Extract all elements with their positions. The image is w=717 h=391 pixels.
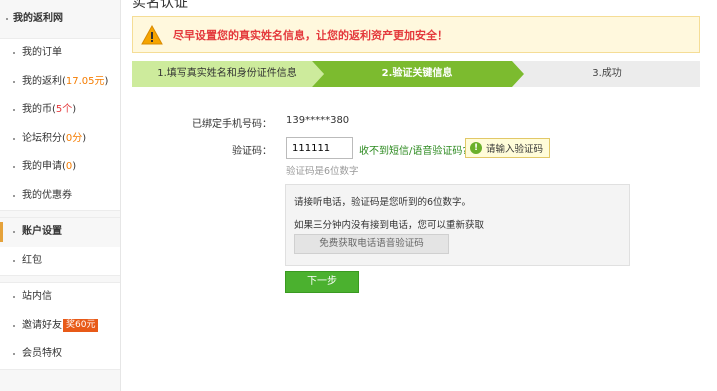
voice-retry-text: 如果三分钟内没有接到电话，您可以重新获取 (294, 220, 485, 231)
phone-label: 已绑定手机号码： (192, 119, 272, 130)
step-2-label: 2.验证关键信息 (381, 68, 453, 79)
sidebar-item-applications[interactable]: 我的申请(0) (0, 153, 120, 182)
sidebar-header[interactable]: 我的返利网 (0, 0, 120, 38)
alert-banner: 尽早设置您的真实姓名信息，让您的返利资产更加安全！ (132, 16, 700, 53)
sidebar-group-settings: 账户设置 红包 (0, 217, 120, 276)
sidebar-item-invite[interactable]: 邀请好友 奖60元 (0, 312, 120, 341)
paren-close: ) (72, 161, 77, 172)
sidebar-item-label: 我的订单 (22, 47, 62, 58)
next-button[interactable]: 下一步 (285, 271, 359, 293)
voice-code-button[interactable]: 免费获取电话语音验证码 (294, 234, 449, 254)
sidebar-item-label: 我的返利 (22, 75, 62, 87)
sidebar-item-coins[interactable]: 我的币(5个) (0, 96, 120, 125)
paren-close: ) (82, 132, 87, 144)
tip-text: 请输入验证码 (486, 144, 544, 155)
sidebar-item-label: 论坛积分 (22, 132, 62, 144)
coins-count: 5个 (55, 104, 73, 115)
sidebar-item-label: 账户设置 (22, 226, 62, 237)
sidebar-item-label: 邀请好友 (22, 319, 62, 331)
progress-steps: 1.填写真实姓名和身份证件信息 2.验证关键信息 3.成功 (132, 61, 700, 87)
sidebar-item-label: 我的币 (22, 104, 52, 115)
sidebar-item-messages[interactable]: 站内信 (0, 283, 120, 312)
sidebar-item-orders[interactable]: 我的订单 (0, 39, 120, 68)
alert-text: 尽早设置您的真实姓名信息，让您的返利资产更加安全！ (173, 28, 448, 42)
forum-points-count: 0分 (65, 132, 83, 144)
paren-close: ) (104, 75, 109, 87)
sidebar-item-label: 我的优惠券 (22, 189, 72, 201)
reward-badge: 奖60元 (63, 318, 99, 332)
sidebar-item-rebate[interactable]: 我的返利(17.05元) (0, 68, 120, 97)
sidebar-item-label: 红包 (22, 254, 42, 266)
warning-icon (141, 24, 163, 44)
page-title: 实名认证 (132, 0, 188, 11)
step-1-label: 1.填写真实姓名和身份证件信息 (157, 68, 297, 79)
rebate-amount: 17.05元 (65, 75, 105, 87)
sidebar-item-label: 会员特权 (22, 348, 62, 359)
sidebar-item-label: 我的申请 (22, 161, 62, 172)
code-hint: 验证码是6位数字 (286, 166, 359, 177)
verification-code-input[interactable] (286, 137, 353, 159)
step-3-label: 3.成功 (592, 68, 622, 79)
input-tip: 请输入验证码 (465, 138, 551, 158)
sidebar: 我的返利网 我的订单 我的返利(17.05元) 我的币(5个) 论坛积分(0分)… (0, 0, 121, 391)
info-icon (470, 142, 482, 154)
resend-code-link[interactable]: 收不到短信/语音验证码? (359, 142, 468, 157)
sidebar-item-account-settings[interactable]: 账户设置 (0, 218, 120, 247)
phone-value: 139*****380 (286, 115, 350, 126)
paren-close: ) (72, 104, 77, 115)
sidebar-item-coupons[interactable]: 我的优惠券 (0, 182, 120, 211)
sidebar-item-vip[interactable]: 会员特权 (0, 340, 120, 369)
sidebar-group-account: 我的订单 我的返利(17.05元) 我的币(5个) 论坛积分(0分) 我的申请(… (0, 38, 120, 211)
resend-link-text: 收不到短信/语音验证码? (359, 146, 468, 157)
sidebar-item-forum-points[interactable]: 论坛积分(0分) (0, 125, 120, 154)
voice-code-panel: 请接听电话，验证码是您听到的6位数字。 如果三分钟内没有接到电话，您可以重新获取… (285, 184, 630, 266)
sidebar-item-red-packet[interactable]: 红包 (0, 247, 120, 276)
sidebar-item-label: 站内信 (22, 291, 52, 302)
sidebar-group-social: 站内信 邀请好友 奖60元 会员特权 (0, 282, 120, 370)
code-label: 验证码： (232, 146, 272, 157)
voice-instruction: 请接听电话，验证码是您听到的6位数字。 (294, 197, 472, 208)
